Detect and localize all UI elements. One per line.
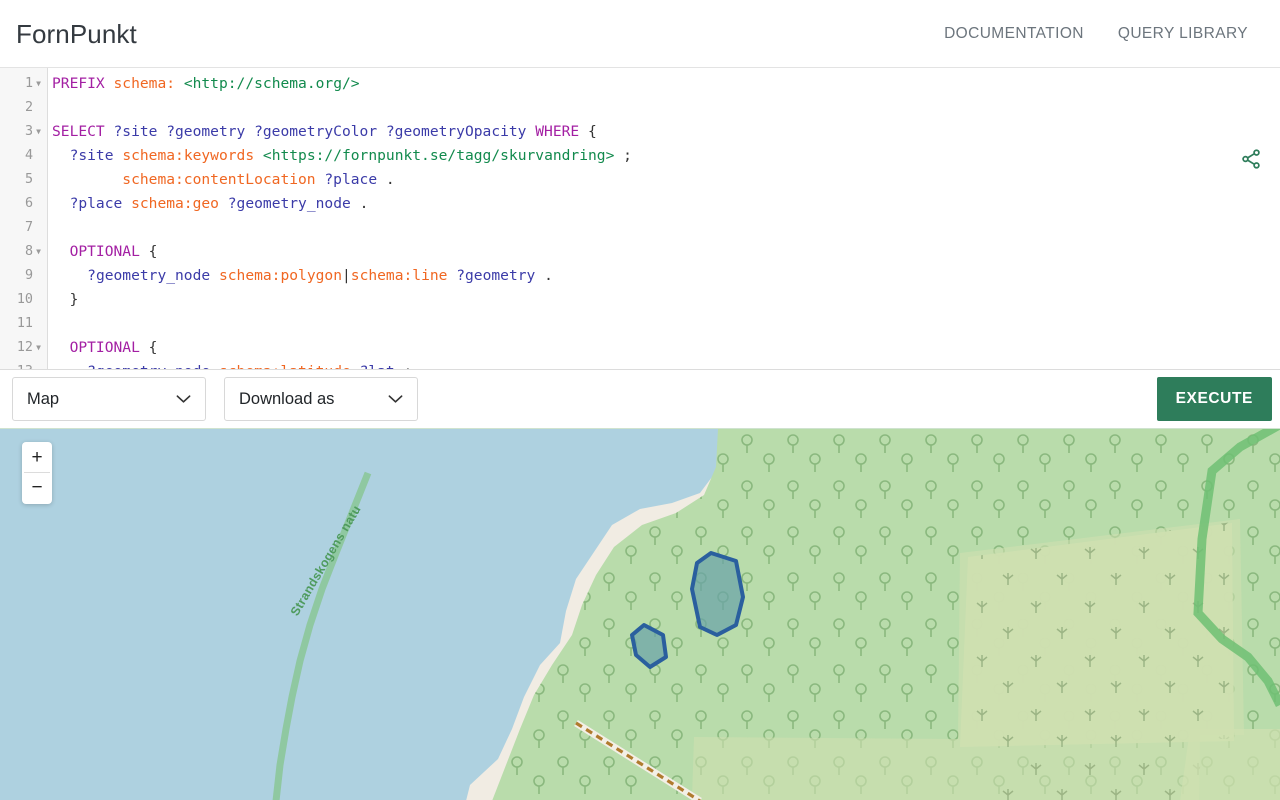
- main-nav: DOCUMENTATION QUERY LIBRARY: [944, 25, 1248, 43]
- map-zoom-out-button[interactable]: −: [24, 473, 50, 502]
- code-fold-icon[interactable]: ▼: [33, 248, 44, 256]
- editor-code-line: schema:contentLocation ?place .: [122, 171, 395, 188]
- nav-query-library[interactable]: QUERY LIBRARY: [1118, 25, 1248, 43]
- map-zoom-in-button[interactable]: +: [24, 444, 50, 473]
- editor-line-number: 4▼: [24, 148, 33, 163]
- view-mode-value: Map: [27, 389, 60, 408]
- editor-code-line: OPTIONAL {: [69, 339, 158, 356]
- map-canvas[interactable]: Strandskogens naturreservat: [0, 429, 1280, 800]
- map-scrub-lower: [1180, 729, 1280, 800]
- share-icon[interactable]: [1236, 144, 1266, 174]
- code-fold-icon[interactable]: ▼: [33, 80, 44, 88]
- editor-code-line: OPTIONAL {: [69, 243, 158, 260]
- editor-line-number: 6▼: [24, 196, 33, 211]
- editor-line-number: 10▼: [16, 292, 33, 307]
- app-header: FornPunkt DOCUMENTATION QUERY LIBRARY: [0, 0, 1280, 68]
- editor-line-number: 2▼: [24, 100, 33, 115]
- query-editor-panel: 1▼ 2▼ 3▼ 4▼ 5▼ 6▼ 7▼ 8▼ 9▼ 10▼ 11▼ 12▼13▼ PREFIX sc…: [0, 68, 1280, 370]
- editor-line-number: 7▼: [24, 220, 33, 235]
- editor-code-line: [52, 96, 1280, 120]
- editor-code-line: ?place schema:geo ?geometry_node .: [69, 195, 369, 212]
- editor-line-number: 11▼: [16, 316, 33, 331]
- download-as-value: Download as: [239, 389, 335, 408]
- nav-documentation[interactable]: DOCUMENTATION: [944, 25, 1084, 43]
- editor-line-number: 8 ▼: [0, 240, 47, 264]
- editor-line-number: 13▼: [0, 360, 47, 369]
- download-as-select[interactable]: Download as: [224, 377, 418, 421]
- editor-code-line: [52, 312, 1280, 336]
- result-map[interactable]: Strandskogens naturreservat + −: [0, 428, 1280, 800]
- editor-code-line: ?geometry_node schema:latitude ?lat ;: [52, 360, 1280, 369]
- results-toolbar: Map Download as EXECUTE: [0, 370, 1280, 428]
- editor-code-area[interactable]: PREFIX schema: <http://schema.org/> SELE…: [48, 68, 1280, 369]
- editor-line-number: 1 ▼: [0, 72, 47, 96]
- code-fold-icon[interactable]: ▼: [33, 344, 44, 352]
- editor-code-line: PREFIX schema: <http://schema.org/>: [52, 75, 360, 92]
- chevron-down-icon: [388, 393, 403, 406]
- editor-line-number: 3 ▼: [0, 120, 47, 144]
- editor-line-number-gutter: 1▼ 2▼ 3▼ 4▼ 5▼ 6▼ 7▼ 8▼ 9▼ 10▼ 11▼ 12▼13▼: [0, 68, 48, 369]
- editor-line-number: 12 ▼: [0, 336, 47, 360]
- view-mode-select[interactable]: Map: [12, 377, 206, 421]
- sparql-code-editor[interactable]: 1▼ 2▼ 3▼ 4▼ 5▼ 6▼ 7▼ 8▼ 9▼ 10▼ 11▼ 12▼13▼ PREFIX sc…: [0, 68, 1280, 369]
- chevron-down-icon: [176, 393, 191, 406]
- editor-code-line: ?geometry_node schema:polygon|schema:lin…: [87, 267, 553, 284]
- execute-button[interactable]: EXECUTE: [1156, 377, 1272, 421]
- editor-code-line: ?site schema:keywords <https://fornpunkt…: [69, 147, 632, 164]
- editor-line-number: 5▼: [24, 172, 33, 187]
- code-fold-icon[interactable]: ▼: [33, 128, 44, 136]
- map-zoom-controls[interactable]: + −: [22, 442, 52, 504]
- app-brand-title: FornPunkt: [16, 18, 137, 49]
- editor-line-number: 9▼: [24, 268, 33, 283]
- editor-code-line: [52, 216, 1280, 240]
- editor-code-line: }: [52, 291, 79, 308]
- editor-code-line: SELECT ?site ?geometry ?geometryColor ?g…: [52, 123, 597, 140]
- result-geometry-polygon[interactable]: [690, 551, 745, 637]
